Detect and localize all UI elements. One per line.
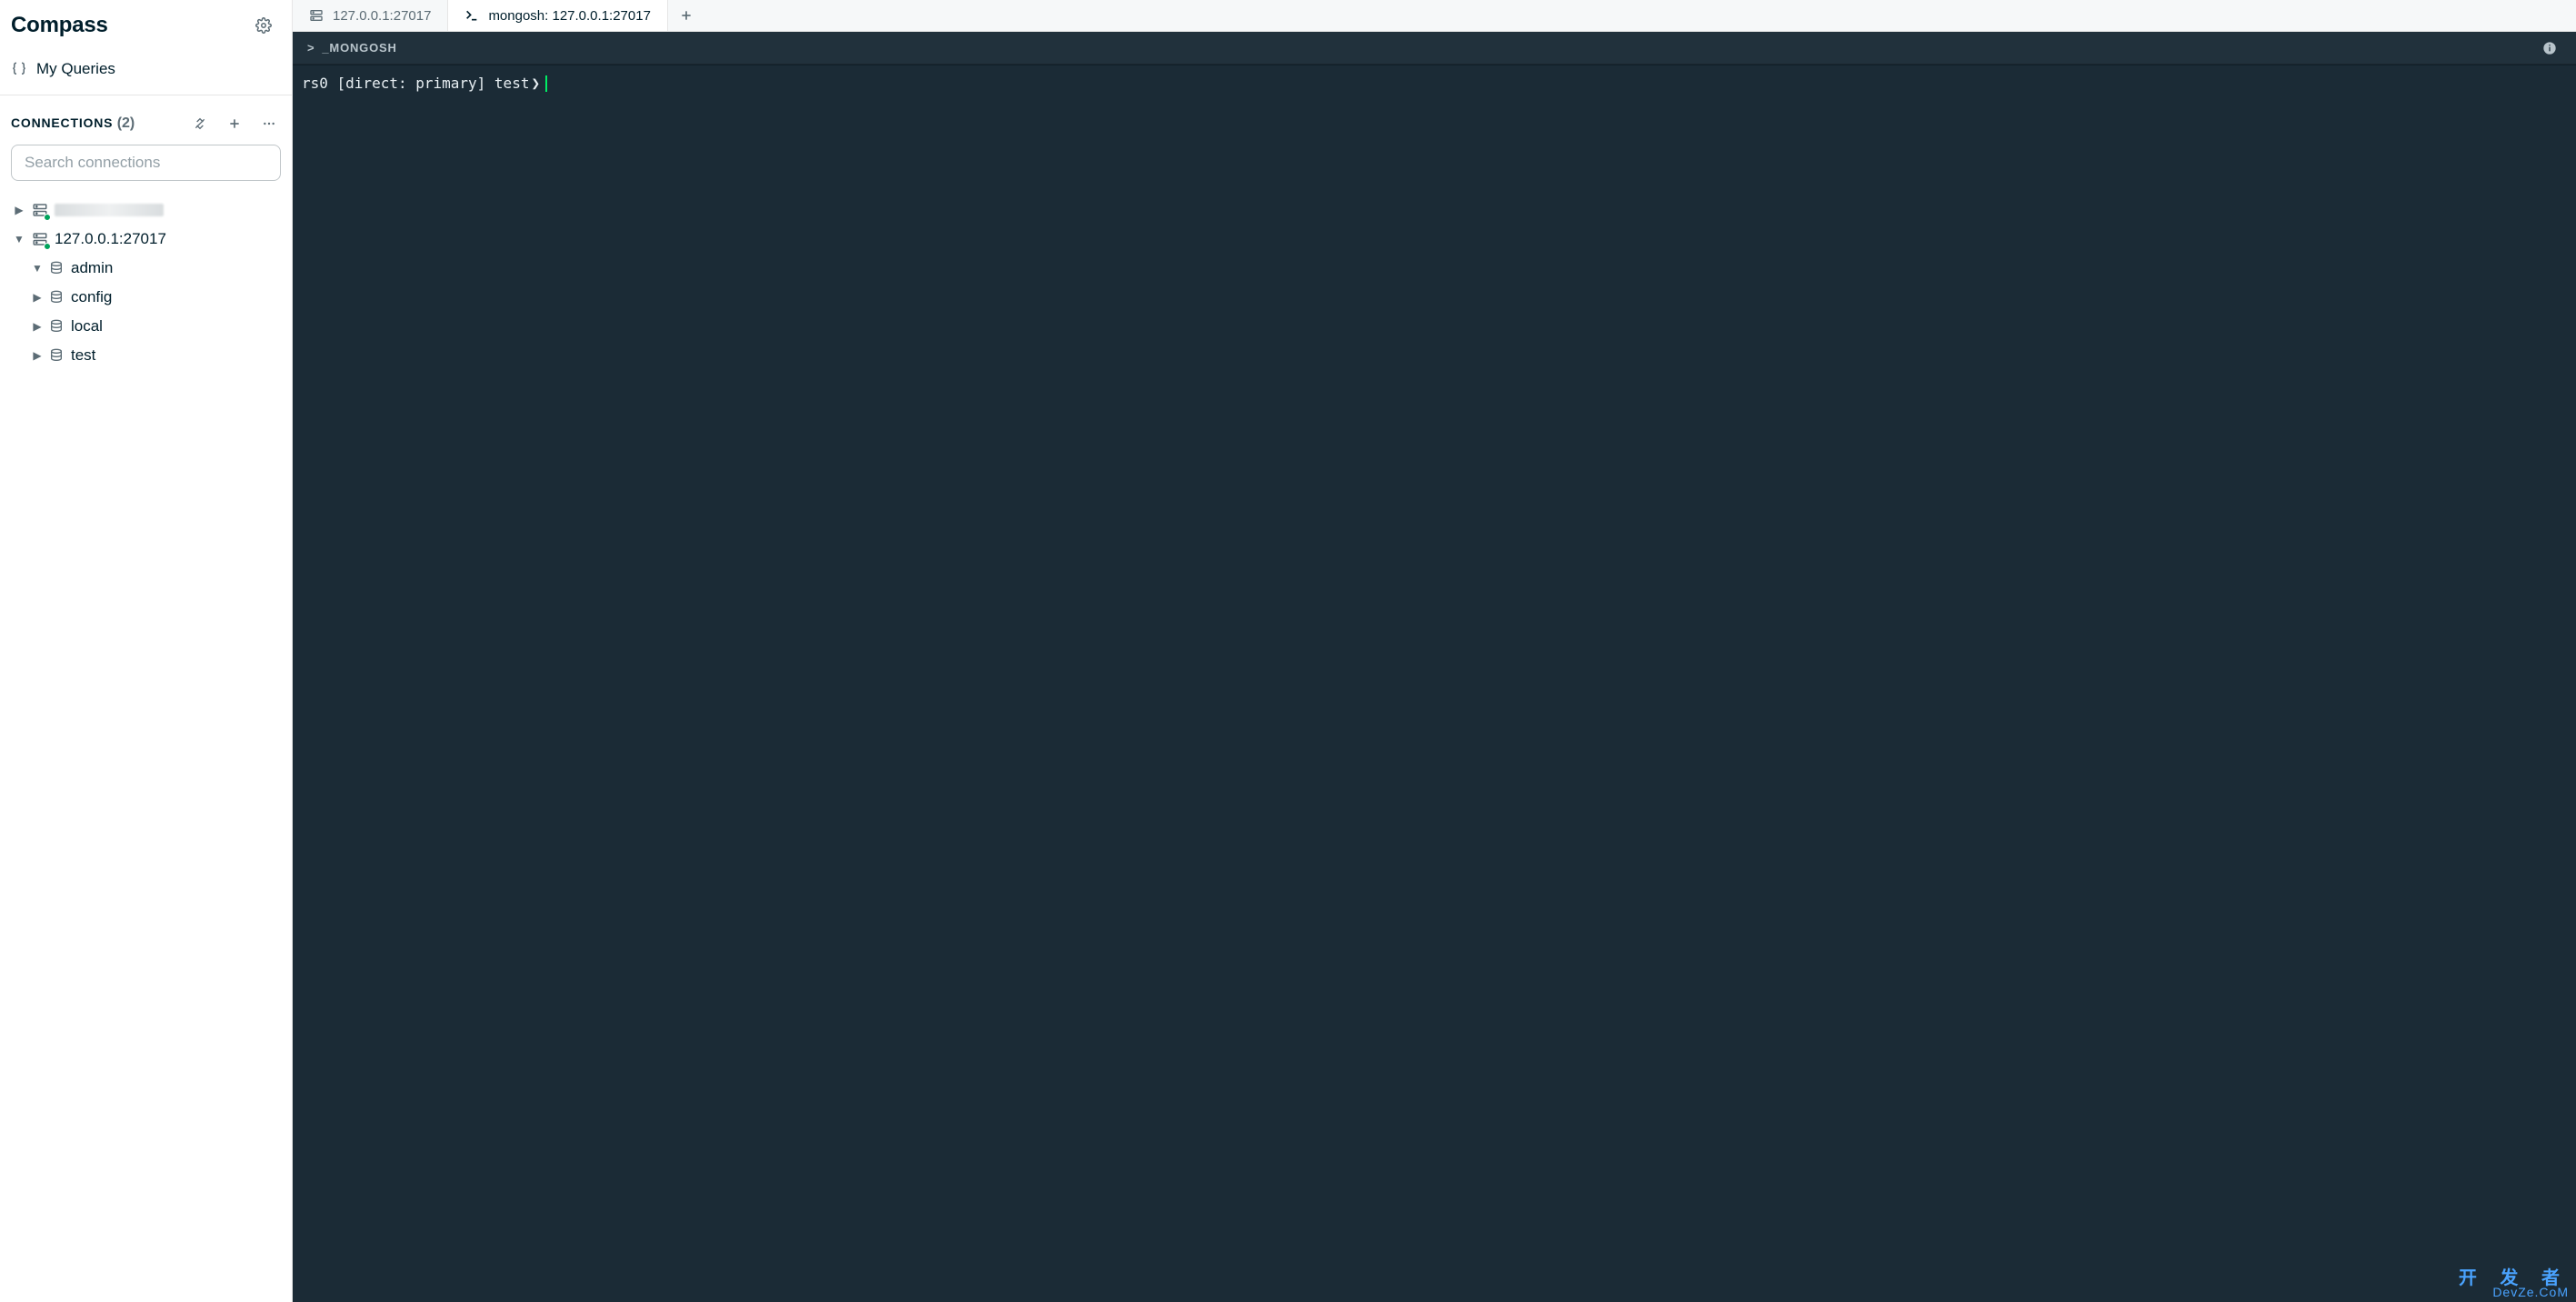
sidebar: Compass My Queries CONNECTIONS (2) <box>0 0 293 1302</box>
watermark-line2: DevZe.CoM <box>2459 1286 2569 1298</box>
chevron-right-icon: ▶ <box>31 320 44 333</box>
chevron-right-icon: ▶ <box>31 291 44 304</box>
database-label: local <box>71 317 103 336</box>
shell-prompt-line: rs0 [direct: primary] test❯ <box>302 75 2567 92</box>
database-icon <box>49 348 64 363</box>
braces-icon <box>11 61 27 77</box>
shell-header: > _MONGOSH <box>293 32 2576 65</box>
app-title: Compass <box>11 13 108 38</box>
chevron-right-icon: ▶ <box>31 349 44 362</box>
plus-icon <box>679 8 694 23</box>
sidebar-header: Compass <box>0 0 292 47</box>
terminal-icon <box>464 8 479 23</box>
connection-label: 127.0.0.1:27017 <box>55 230 166 248</box>
shell-terminal[interactable]: rs0 [direct: primary] test❯ 开 发 者 DevZe.… <box>293 65 2576 1302</box>
connection-item[interactable]: ▼ 127.0.0.1:27017 <box>4 225 288 254</box>
database-item[interactable]: ▶ test <box>4 341 288 370</box>
tab-mongosh[interactable]: mongosh: 127.0.0.1:27017 <box>448 0 667 31</box>
status-dot-icon <box>44 243 51 250</box>
database-item[interactable]: ▶ config <box>4 283 288 312</box>
tab-label: 127.0.0.1:27017 <box>333 8 431 24</box>
connections-header: CONNECTIONS (2) <box>0 95 292 145</box>
database-item[interactable]: ▶ local <box>4 312 288 341</box>
search-connections-input[interactable] <box>11 145 281 181</box>
connections-title: CONNECTIONS <box>11 115 113 130</box>
chevron-down-icon: ▼ <box>13 233 25 245</box>
shell-header-label: _MONGOSH <box>322 41 396 55</box>
watermark: 开 发 者 DevZe.CoM <box>2459 1269 2569 1298</box>
new-tab-button[interactable] <box>668 0 704 31</box>
connections-count: (2) <box>117 115 135 131</box>
chevron-right-icon: ❯ <box>529 75 544 92</box>
more-horizontal-icon <box>262 116 276 131</box>
watermark-line1: 开 发 者 <box>2459 1269 2569 1287</box>
add-connection-button[interactable] <box>223 112 246 135</box>
connections-more-button[interactable] <box>257 112 281 135</box>
chevron-down-icon: ▼ <box>31 262 44 275</box>
cursor-icon <box>545 75 547 92</box>
tab-bar: 127.0.0.1:27017 mongosh: 127.0.0.1:27017 <box>293 0 2576 32</box>
chevron-right-icon: ▶ <box>13 204 25 216</box>
shell-info-button[interactable] <box>2538 36 2561 60</box>
tab-server[interactable]: 127.0.0.1:27017 <box>293 0 448 31</box>
connection-label <box>55 204 164 216</box>
prompt-symbol-icon: > <box>307 41 315 55</box>
database-icon <box>49 290 64 305</box>
collapse-icon <box>193 116 207 131</box>
collapse-all-button[interactable] <box>188 112 212 135</box>
connection-item[interactable]: ▶ <box>4 195 288 225</box>
plus-icon <box>227 116 242 131</box>
my-queries-link[interactable]: My Queries <box>0 47 292 95</box>
my-queries-label: My Queries <box>36 60 115 78</box>
database-label: test <box>71 346 95 365</box>
info-icon <box>2542 41 2557 55</box>
tab-label: mongosh: 127.0.0.1:27017 <box>488 8 650 24</box>
database-label: config <box>71 288 112 306</box>
database-item[interactable]: ▼ admin <box>4 254 288 283</box>
shell-prompt-text: rs0 [direct: primary] test <box>302 75 529 92</box>
database-label: admin <box>71 259 113 277</box>
connections-tree: ▶ ▼ 127.0.0.1:27017 ▼ admi <box>0 192 292 370</box>
gear-icon <box>255 17 272 34</box>
main-area: 127.0.0.1:27017 mongosh: 127.0.0.1:27017… <box>293 0 2576 1302</box>
settings-button[interactable] <box>252 14 275 37</box>
database-icon <box>49 261 64 275</box>
status-dot-icon <box>44 214 51 221</box>
server-icon <box>309 8 324 23</box>
database-icon <box>49 319 64 334</box>
